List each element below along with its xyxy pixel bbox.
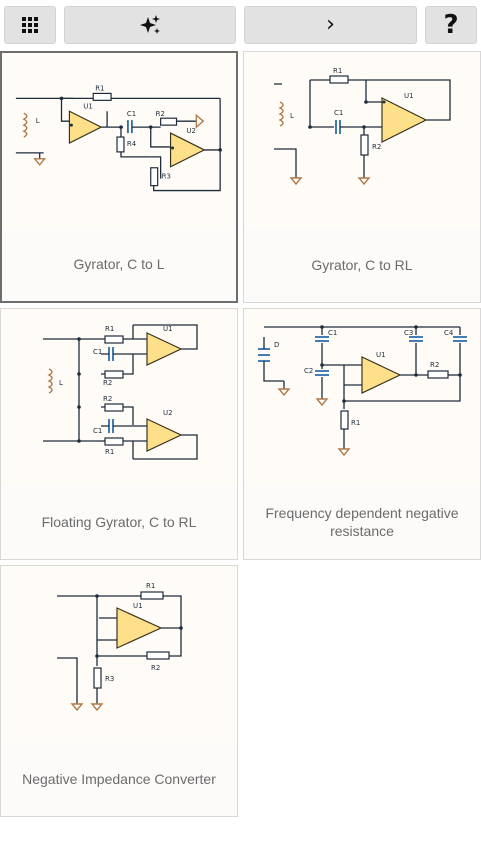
label-r4: R4 bbox=[127, 140, 137, 148]
label-c3: C3 bbox=[404, 329, 413, 337]
label-r2-top: R2 bbox=[103, 379, 112, 387]
label-r1: R1 bbox=[333, 67, 342, 75]
label-u2: U2 bbox=[163, 409, 173, 417]
circuit-card-floating-gyrator[interactable]: L R1 C1 R2 U1 R2 C1 U2 R1 Floating Gyrat… bbox=[0, 308, 238, 560]
label-c1: C1 bbox=[328, 329, 337, 337]
label-c4: C4 bbox=[444, 329, 454, 337]
label-r3: R3 bbox=[105, 675, 114, 683]
circuit-card-gyrator-c-to-l[interactable]: L U1 R1 C1 R2 U2 R4 R3 Gyrator, C to L bbox=[0, 51, 238, 303]
grid-icon bbox=[22, 17, 38, 33]
label-d: D bbox=[274, 341, 279, 349]
label-u1: U1 bbox=[133, 602, 143, 610]
gyrator-c-to-l-schematic: L U1 R1 C1 R2 U2 R4 R3 bbox=[15, 84, 222, 192]
label-c1: C1 bbox=[334, 109, 343, 117]
label-u2: U2 bbox=[186, 127, 196, 135]
label-r2-bottom: R2 bbox=[103, 395, 112, 403]
label-r2: R2 bbox=[372, 143, 381, 151]
label-r2: R2 bbox=[151, 664, 160, 672]
label-r1: R1 bbox=[351, 419, 360, 427]
circuit-thumbnail: L R1 C1 U1 R2 bbox=[244, 52, 480, 228]
label-u1: U1 bbox=[163, 325, 173, 333]
circuit-title: Gyrator, C to L bbox=[73, 256, 165, 272]
label-r1: R1 bbox=[146, 582, 155, 590]
circuit-thumbnail: R1 U1 R2 R3 bbox=[1, 566, 237, 742]
fdnr-schematic: D C1 C2 U1 C3 C4 R2 R1 bbox=[258, 325, 467, 457]
label-u1: U1 bbox=[376, 351, 386, 359]
label-r1: R1 bbox=[95, 84, 104, 92]
label-l: L bbox=[36, 117, 40, 125]
next-button[interactable]: › bbox=[244, 6, 417, 44]
label-l: L bbox=[59, 379, 63, 387]
circuit-title: Gyrator, C to RL bbox=[311, 257, 413, 273]
gyrator-c-to-rl-schematic: L R1 C1 U1 R2 bbox=[274, 67, 451, 186]
label-c2: C2 bbox=[304, 367, 313, 375]
circuit-thumbnail: L U1 R1 C1 R2 U2 R4 R3 bbox=[2, 53, 236, 229]
grid-button[interactable] bbox=[4, 6, 56, 44]
toolbar: › ? bbox=[0, 0, 481, 48]
chevron-right-icon: › bbox=[326, 12, 335, 37]
label-u1: U1 bbox=[83, 102, 93, 110]
help-button[interactable]: ? bbox=[425, 6, 477, 44]
circuit-title: Floating Gyrator, C to RL bbox=[41, 514, 197, 530]
label-r1-top: R1 bbox=[105, 325, 114, 333]
label-c1-top: C1 bbox=[93, 348, 102, 356]
circuit-thumbnail: D C1 C2 U1 C3 C4 R2 R1 bbox=[244, 309, 480, 485]
sparkles-icon bbox=[140, 15, 160, 34]
circuit-card-gyrator-c-to-rl[interactable]: L R1 C1 U1 R2 Gyrator, C to RL bbox=[243, 51, 481, 303]
floating-gyrator-schematic: L R1 C1 R2 U1 R2 C1 U2 R1 bbox=[43, 324, 198, 460]
circuit-card-nic[interactable]: R1 U1 R2 R3 Negative Impedance Converter bbox=[0, 565, 238, 817]
circuit-card-fdnr[interactable]: D C1 C2 U1 C3 C4 R2 R1 Frequency depende… bbox=[243, 308, 481, 560]
label-c1: C1 bbox=[127, 110, 136, 118]
label-l: L bbox=[290, 112, 294, 120]
label-r2: R2 bbox=[430, 361, 439, 369]
label-u1: U1 bbox=[404, 92, 414, 100]
circuit-title: Frequency dependent negative resistance bbox=[265, 505, 459, 539]
circuit-title: Negative Impedance Converter bbox=[22, 771, 216, 787]
nic-schematic: R1 U1 R2 R3 bbox=[57, 582, 183, 712]
label-r3: R3 bbox=[162, 173, 171, 181]
label-c1-bottom: C1 bbox=[93, 427, 102, 435]
label-r2: R2 bbox=[156, 110, 165, 118]
help-icon: ? bbox=[443, 10, 459, 40]
label-r1-bottom: R1 bbox=[105, 448, 114, 456]
circuit-thumbnail: L R1 C1 R2 U1 R2 C1 U2 R1 bbox=[1, 309, 237, 485]
magic-button[interactable] bbox=[64, 6, 236, 44]
